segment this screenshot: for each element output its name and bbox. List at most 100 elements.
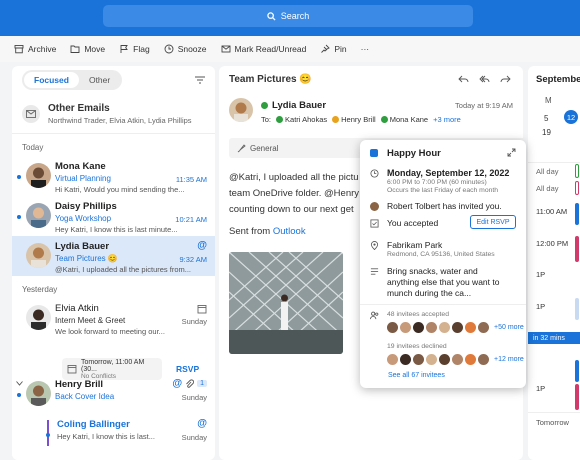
calendar-event[interactable] — [575, 181, 579, 195]
focused-other-toggle: Focused Other — [22, 70, 123, 90]
calendar-month: September — [536, 74, 580, 85]
time-label: 1P — [536, 270, 546, 279]
tab-focused[interactable]: Focused — [24, 72, 79, 88]
sender-name[interactable]: Lydia Bauer — [261, 100, 326, 111]
pin-button[interactable]: Pin — [320, 44, 347, 54]
section-header-today: Today — [22, 143, 44, 152]
declined-more-link[interactable]: +12 more — [494, 356, 524, 363]
attached-photo[interactable] — [229, 252, 343, 354]
mail-item-daisy-phillips[interactable]: Daisy Phillips Yoga Workshop Hey Katri, … — [12, 196, 215, 236]
event-date: Monday, September 12, 2022 — [387, 168, 510, 178]
recipient-chip[interactable]: Katri Ahokas — [276, 115, 327, 124]
calendar-event[interactable] — [575, 236, 579, 262]
unread-dot — [46, 433, 50, 437]
mark-read-unread-button[interactable]: Mark Read/Unread — [221, 44, 306, 54]
rsvp-button[interactable]: RSVP — [176, 364, 199, 374]
body-line: counting down to our next get — [229, 204, 354, 215]
other-emails-title: Other Emails — [48, 102, 110, 114]
avatar — [452, 354, 463, 365]
avatar — [452, 322, 463, 333]
forward-icon[interactable] — [500, 74, 511, 84]
avatar — [465, 354, 476, 365]
mail-preview: Hey Katri, I know this is last minute... — [55, 225, 178, 234]
see-all-invitees-link[interactable]: See all 67 invitees — [388, 372, 445, 379]
recipient-chip[interactable]: Mona Kane — [380, 115, 428, 124]
accepted-faces[interactable]: +50 more — [387, 322, 524, 333]
mail-item-coling-ballinger[interactable]: Coling Ballinger Hey Katri, I know this … — [12, 414, 215, 454]
attendees-accepted-row: 48 invitees accepted +50 more — [370, 310, 524, 333]
avatar — [478, 354, 489, 365]
archive-button[interactable]: Archive — [14, 44, 56, 54]
pin-icon — [321, 44, 331, 53]
calendar-pane: September M 5 12 19 All day All day 11:0… — [528, 66, 580, 460]
more-recipients-link[interactable]: +3 more — [433, 115, 461, 124]
divider — [528, 162, 580, 163]
mail-preview: @Katri, I uploaded all the pictures from… — [55, 265, 192, 274]
notes-row: Bring snacks, water and anything else th… — [370, 266, 499, 299]
chevron-down-icon[interactable] — [16, 381, 23, 386]
unread-dot — [17, 393, 21, 397]
avatar — [400, 354, 411, 365]
message-subject: Team Pictures 😊 — [229, 74, 312, 85]
search-label: Search — [280, 11, 310, 21]
brush-icon — [237, 143, 246, 152]
avatar — [439, 354, 450, 365]
recipient-chip[interactable]: Henry Brill — [332, 115, 376, 124]
other-emails-summary[interactable]: Other Emails Northwind Trader, Elvia Atk… — [12, 94, 215, 134]
tomorrow-label: Tomorrow — [536, 418, 569, 427]
avatar — [26, 163, 51, 188]
unread-dot — [17, 175, 21, 179]
day-cell[interactable]: 19 — [542, 128, 551, 137]
presence-away-icon — [332, 116, 340, 123]
more-icon: ··· — [360, 44, 370, 54]
reply-icon[interactable] — [458, 74, 469, 84]
snooze-button[interactable]: Snooze — [164, 44, 207, 54]
day-cell[interactable]: 5 — [544, 114, 548, 123]
response-status: You accepted — [387, 218, 439, 228]
envelope-icon — [22, 104, 40, 123]
mail-item-mona-kane[interactable]: Mona Kane Virtual Planning Hi Katri, Wou… — [12, 156, 215, 196]
outlook-link[interactable]: Outlook — [273, 226, 306, 237]
people-icon — [370, 311, 379, 320]
declined-faces[interactable]: +12 more — [387, 354, 524, 365]
accepted-more-link[interactable]: +50 more — [494, 324, 524, 331]
notes-line: Bring snacks, water and — [387, 266, 478, 276]
event-time: 6:00 PM to 7:00 PM (60 minutes) — [387, 179, 487, 186]
mail-item-lydia-bauer[interactable]: Lydia Bauer Team Pictures 😊 @Katri, I up… — [12, 236, 215, 276]
reply-all-icon[interactable] — [479, 74, 490, 84]
mail-item-henry-brill[interactable]: Henry Brill Back Cover Idea @ 1 Sunday — [12, 374, 215, 414]
search-box[interactable]: Search — [103, 5, 473, 27]
expand-icon[interactable] — [507, 148, 516, 157]
filter-icon[interactable] — [195, 76, 205, 84]
mention-icon: @ — [197, 240, 207, 251]
calendar-event[interactable] — [575, 164, 579, 178]
more-options-button[interactable]: ··· — [361, 44, 370, 54]
avatar — [26, 203, 51, 228]
calendar-event[interactable] — [575, 360, 579, 382]
calendar-event[interactable] — [575, 298, 579, 320]
event-title: Happy Hour — [387, 148, 441, 159]
rsvp-area: Tomorrow, 11:00 AM (30... No Conflicts R… — [12, 298, 215, 382]
avatar — [426, 322, 437, 333]
avatar — [439, 322, 450, 333]
day-cell-today[interactable]: 12 — [564, 110, 578, 124]
section-header-yesterday: Yesterday — [22, 285, 58, 294]
search-icon — [267, 11, 276, 21]
mail-time: Sunday — [181, 433, 207, 442]
flag-button[interactable]: Flag — [119, 44, 150, 54]
move-button[interactable]: Move — [70, 44, 105, 54]
mail-sender: Coling Ballinger — [57, 419, 130, 430]
tab-other[interactable]: Other — [79, 72, 120, 88]
response-row: You accepted — [370, 218, 438, 228]
avatar — [426, 354, 437, 365]
all-day-label: All day — [536, 167, 559, 176]
sender-avatar — [229, 98, 253, 122]
calendar-event[interactable] — [575, 203, 579, 225]
mail-markers: @ 1 — [172, 378, 207, 389]
edit-rsvp-button[interactable]: Edit RSVP — [470, 215, 516, 229]
avatar — [413, 322, 424, 333]
avatar — [400, 322, 411, 333]
calendar-event[interactable] — [575, 384, 579, 410]
notes-line: anything else that you want to — [387, 277, 500, 287]
location-row: Fabrikam Park Redmond, CA 95136, United … — [370, 240, 495, 258]
